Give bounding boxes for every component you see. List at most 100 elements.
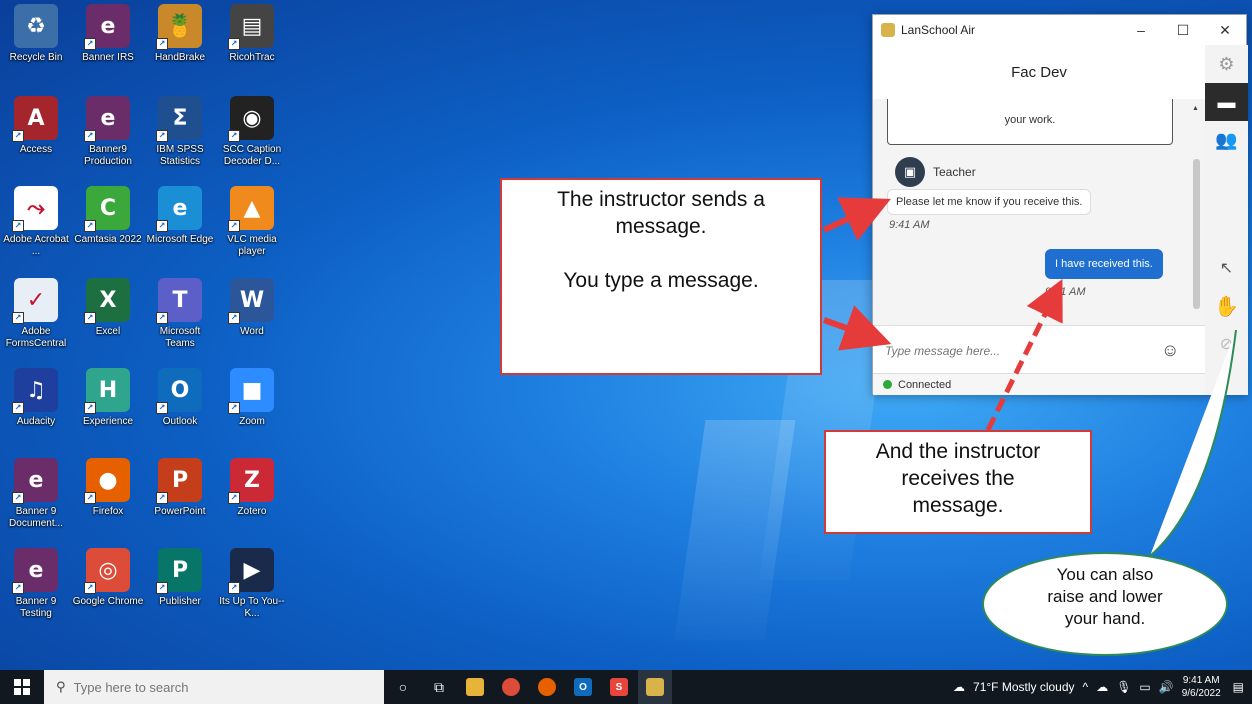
- desktop-icon[interactable]: Z ↗ Zotero: [216, 458, 288, 544]
- clock-time: 9:41 AM: [1182, 675, 1220, 686]
- shortcut-arrow-icon: ↗: [84, 402, 96, 414]
- shortcut-arrow-icon: ↗: [84, 492, 96, 504]
- snagit-icon[interactable]: S: [602, 670, 636, 704]
- shortcut-arrow-icon: ↗: [156, 38, 168, 50]
- message-sender: ▣ Teacher: [895, 157, 976, 187]
- window-controls: – ☐ ✕: [1120, 22, 1246, 39]
- desktop-icon[interactable]: C ↗ Camtasia 2022: [72, 186, 144, 272]
- desktop-icon[interactable]: O ↗ Outlook: [144, 368, 216, 454]
- scc-caption-decoder-icon: ◉ ↗: [228, 96, 274, 142]
- class-notice: your work.: [887, 99, 1173, 145]
- people-icon[interactable]: 👥: [1205, 121, 1248, 159]
- shortcut-arrow-icon: ↗: [156, 312, 168, 324]
- desktop-icon[interactable]: X ↗ Excel: [72, 278, 144, 364]
- desktop-icon-label: Google Chrome: [72, 596, 144, 607]
- desktop-icon[interactable]: e ↗ Banner IRS: [72, 4, 144, 90]
- clock[interactable]: 9:41 AM 9/6/2022: [1182, 674, 1221, 700]
- desktop-icon[interactable]: ◉ ↗ SCC Caption Decoder D...: [216, 96, 288, 182]
- chat-scrollbar[interactable]: ▲: [1191, 99, 1201, 325]
- network-icon[interactable]: ▭: [1139, 680, 1150, 694]
- desktop-icon[interactable]: ▶ ↗ Its Up To You-- K...: [216, 548, 288, 634]
- lanschool-app-icon: [881, 23, 895, 37]
- desktop-icon[interactable]: e ↗ Banner 9 Testing: [0, 548, 72, 634]
- desktop-icon[interactable]: ✓ ↗ Adobe FormsCentral: [0, 278, 72, 364]
- banner-irs-icon: e ↗: [84, 4, 130, 50]
- desktop-icon[interactable]: ▤ ↗ RicohTrac: [216, 4, 288, 90]
- desktop-icon[interactable]: P ↗ PowerPoint: [144, 458, 216, 544]
- shortcut-arrow-icon: ↗: [12, 402, 24, 414]
- lanschool-icon[interactable]: [638, 670, 672, 704]
- desktop-icon[interactable]: e ↗ Microsoft Edge: [144, 186, 216, 272]
- desktop-icon-label: Experience: [82, 416, 134, 427]
- taskbar: ⚲ ○ ⧉ O S ☁ 71°F Mostly cloudy ^ ☁ 🎙 ▭ 🔊…: [0, 670, 1252, 704]
- task-view-icon[interactable]: ⧉: [422, 670, 456, 704]
- weather-text[interactable]: 71°F Mostly cloudy: [973, 680, 1075, 694]
- desktop-icon[interactable]: e ↗ Banner 9 Document...: [0, 458, 72, 544]
- desktop-icon-label: Audacity: [16, 416, 56, 427]
- shortcut-arrow-icon: ↗: [228, 402, 240, 414]
- desktop-icon[interactable]: A ↗ Access: [0, 96, 72, 182]
- callout-line: The instructor sends a: [557, 188, 765, 211]
- desktop-icon[interactable]: ♫ ↗ Audacity: [0, 368, 72, 454]
- status-text: Connected: [898, 378, 952, 391]
- firefox-icon: ● ↗: [84, 458, 130, 504]
- chrome-icon[interactable]: [494, 670, 528, 704]
- shortcut-arrow-icon: ↗: [12, 220, 24, 232]
- outlook-icon[interactable]: O: [566, 670, 600, 704]
- desktop-icon[interactable]: 🍍 ↗ HandBrake: [144, 4, 216, 90]
- callout-line: And the instructor: [875, 440, 1041, 463]
- maximize-button[interactable]: ☐: [1162, 22, 1204, 39]
- firefox-icon[interactable]: [530, 670, 564, 704]
- chat-messages[interactable]: your work. ▲ ▣ Teacher Please let me kno…: [873, 99, 1205, 325]
- shortcut-arrow-icon: ↗: [228, 220, 240, 232]
- shortcut-arrow-icon: ↗: [228, 492, 240, 504]
- microphone-icon[interactable]: 🎙: [1116, 680, 1131, 694]
- windows-start-button[interactable]: [0, 670, 44, 704]
- access-icon: A ↗: [12, 96, 58, 142]
- banner9-document-icon: e ↗: [12, 458, 58, 504]
- scrollbar-thumb[interactable]: [1193, 159, 1200, 309]
- desktop-icon[interactable]: Σ ↗ IBM SPSS Statistics: [144, 96, 216, 182]
- volume-icon[interactable]: 🔊: [1159, 680, 1174, 694]
- desktop-icon[interactable]: ■ ↗ Zoom: [216, 368, 288, 454]
- tray-overflow-icon[interactable]: ^: [1083, 680, 1089, 694]
- desktop-icon[interactable]: ⤳ ↗ Adobe Acrobat ...: [0, 186, 72, 272]
- connection-status: Connected: [873, 373, 1205, 395]
- shortcut-arrow-icon: ↗: [84, 38, 96, 50]
- desktop-icon[interactable]: ● ↗ Firefox: [72, 458, 144, 544]
- close-button[interactable]: ✕: [1204, 22, 1246, 39]
- outlook-icon: O ↗: [156, 368, 202, 414]
- desktop-icon[interactable]: ♻ Recycle Bin: [0, 4, 72, 90]
- hand-off-icon[interactable]: ⊘: [1205, 325, 1248, 363]
- desktop-icon[interactable]: e ↗ Banner9 Production: [72, 96, 144, 182]
- minimize-button[interactable]: –: [1120, 22, 1162, 39]
- desktop-icon-label: Banner 9 Document...: [9, 506, 63, 529]
- desktop-icon-label: Recycle Bin: [9, 52, 63, 63]
- taskbar-search[interactable]: ⚲: [44, 670, 384, 704]
- cortana-icon[interactable]: ○: [386, 670, 420, 704]
- lanschool-window: LanSchool Air – ☐ ✕ Fac Dev your work. ▲…: [872, 14, 1248, 395]
- file-explorer-icon[interactable]: [458, 670, 492, 704]
- search-input[interactable]: [73, 679, 354, 695]
- message-input[interactable]: [885, 343, 1155, 358]
- emoji-icon[interactable]: ☺: [1161, 340, 1179, 361]
- desktop-icon[interactable]: P ↗ Publisher: [144, 548, 216, 634]
- microsoft-edge-icon: e ↗: [156, 186, 202, 232]
- desktop-icon[interactable]: H ↗ Experience: [72, 368, 144, 454]
- lanschool-titlebar[interactable]: LanSchool Air – ☐ ✕: [873, 15, 1246, 45]
- desktop-icon[interactable]: W ↗ Word: [216, 278, 288, 364]
- weather-icon[interactable]: ☁: [953, 680, 965, 694]
- desktop-icon[interactable]: ▲ ↗ VLC media player: [216, 186, 288, 272]
- gear-icon[interactable]: ⚙: [1205, 45, 1248, 83]
- onedrive-icon[interactable]: ☁: [1096, 680, 1108, 694]
- raise-hand-icon[interactable]: ✋: [1205, 287, 1248, 325]
- scroll-up-icon[interactable]: ▲: [1192, 105, 1199, 112]
- desktop-icon[interactable]: ◎ ↗ Google Chrome: [72, 548, 144, 634]
- notification-icon[interactable]: ▤: [1233, 680, 1244, 694]
- shortcut-arrow-icon: ↗: [228, 38, 240, 50]
- chat-icon[interactable]: ▬: [1205, 83, 1248, 121]
- desktop-icon[interactable]: T ↗ Microsoft Teams: [144, 278, 216, 364]
- desktop-icon-label: VLC media player: [227, 234, 277, 257]
- microsoft-teams-icon: T ↗: [156, 278, 202, 324]
- cursor-icon[interactable]: ↖: [1205, 249, 1248, 287]
